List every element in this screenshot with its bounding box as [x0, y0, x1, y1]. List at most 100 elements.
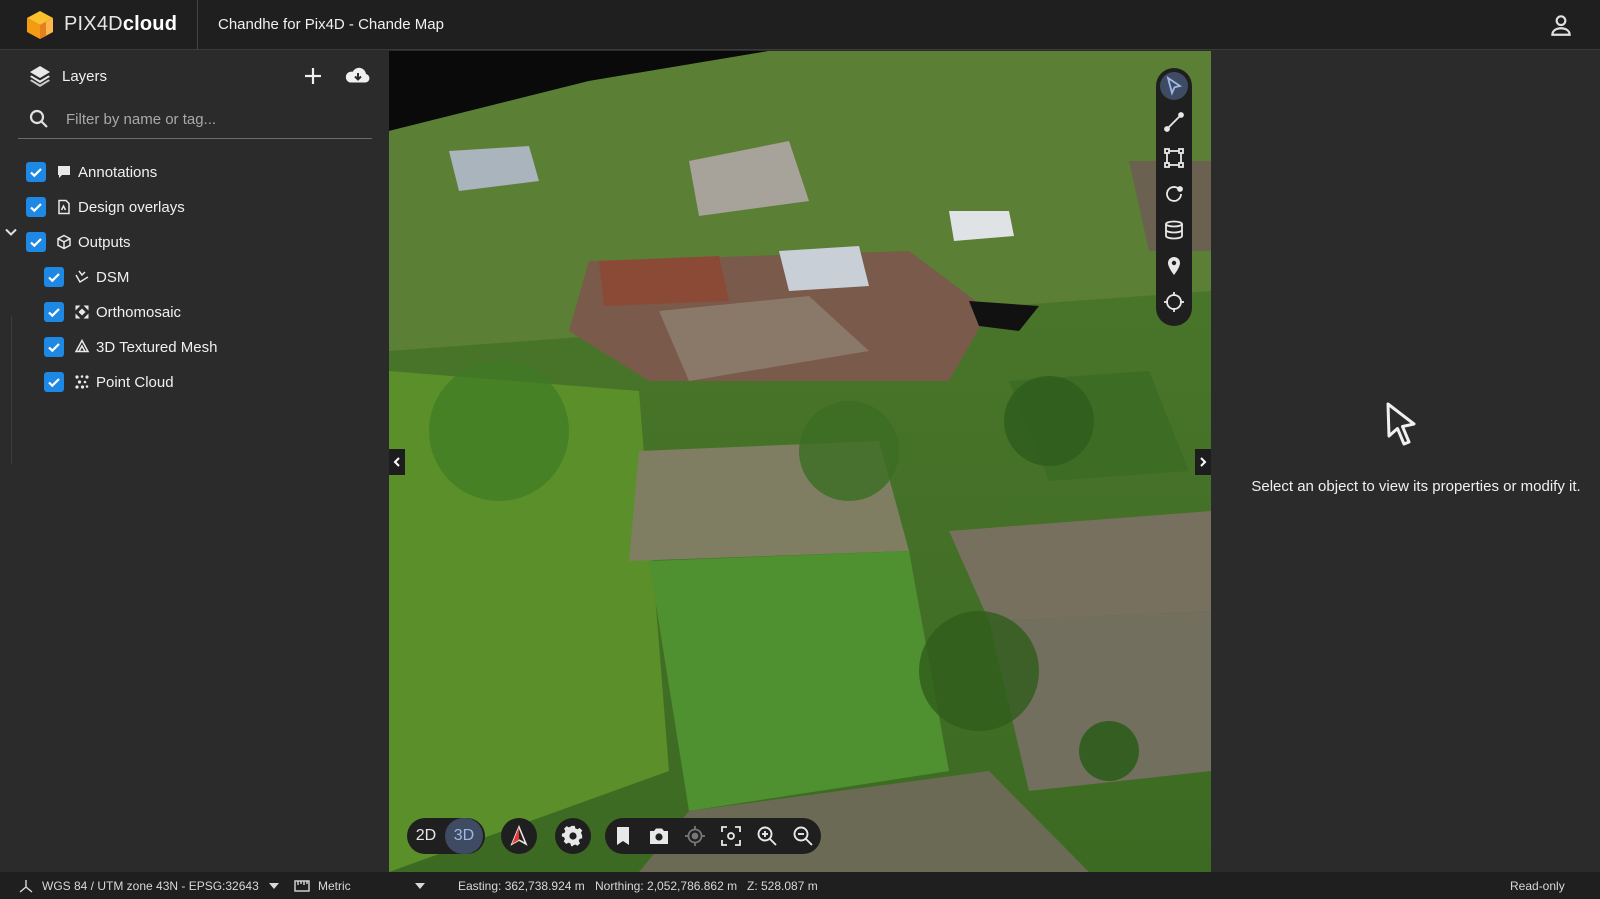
properties-panel: Select an object to view its properties … [1212, 51, 1600, 872]
cube-icon [57, 234, 71, 250]
easting-readout: Easting: 362,738.924 m [458, 879, 585, 893]
cloud-download-button[interactable] [344, 64, 372, 88]
tree-guide-line [11, 316, 12, 464]
zoom-out-icon [793, 826, 813, 846]
layer-point-cloud[interactable]: Point Cloud [44, 365, 174, 399]
layer-filter [18, 103, 372, 139]
zoom-in-button[interactable] [749, 818, 785, 854]
outputs-checkbox[interactable] [26, 232, 46, 252]
mesh-checkbox[interactable] [44, 337, 64, 357]
orthomosaic-checkbox[interactable] [44, 302, 64, 322]
polygon-tool-icon [1164, 148, 1184, 168]
pix4d-logo-icon [27, 10, 53, 39]
stockpile-tool[interactable] [1160, 216, 1188, 244]
add-layer-button[interactable] [302, 65, 324, 87]
bookmark-button[interactable] [605, 818, 641, 854]
ruler-icon [294, 880, 310, 892]
layer-design-overlays[interactable]: Design overlays [26, 190, 185, 224]
polyline-tool[interactable] [1160, 108, 1188, 136]
units-selector[interactable]: Metric [294, 879, 425, 893]
layer-label: Outputs [78, 233, 131, 251]
layers-icon [30, 66, 50, 87]
layer-label: Design overlays [78, 198, 185, 216]
layer-orthomosaic[interactable]: Orthomosaic [44, 295, 181, 329]
marker-tool-icon [1168, 257, 1180, 275]
compass-button[interactable] [501, 818, 537, 854]
search-icon [29, 109, 48, 128]
units-label: Metric [318, 879, 351, 893]
polyline-tool-icon [1164, 112, 1184, 132]
point-cloud-checkbox[interactable] [44, 372, 64, 392]
layer-outputs[interactable]: Outputs [26, 225, 131, 259]
compass-icon [510, 824, 528, 846]
polygon-tool[interactable] [1160, 144, 1188, 172]
z-readout: Z: 528.087 m [747, 879, 818, 893]
layer-label: Orthomosaic [96, 303, 182, 321]
orthomosaic-icon [75, 305, 89, 319]
collapse-left-panel-button[interactable] [389, 449, 405, 475]
gear-icon [561, 825, 583, 847]
annotations-checkbox[interactable] [26, 162, 46, 182]
crs-selector[interactable]: WGS 84 / UTM zone 43N - EPSG:32643 [18, 879, 279, 893]
cursor-arrow-icon [1386, 402, 1416, 446]
select-tool[interactable] [1160, 72, 1188, 100]
locate-button[interactable] [677, 818, 713, 854]
document-icon [58, 199, 70, 215]
user-icon[interactable] [1548, 12, 1574, 38]
layer-annotations[interactable]: Annotations [26, 155, 157, 189]
map-viewport-3d[interactable]: 2D 3D [389, 51, 1211, 872]
design-overlays-checkbox[interactable] [26, 197, 46, 217]
layer-dsm[interactable]: DSM [44, 260, 129, 294]
northing-readout: Northing: 2,052,786.862 m [595, 879, 738, 893]
axes-icon [19, 880, 33, 893]
collapse-right-panel-button[interactable] [1195, 449, 1211, 475]
pix4dcloud-logo[interactable]: PIX4Dcloud [0, 0, 198, 50]
target-tool[interactable] [1160, 288, 1188, 316]
select-tool-icon [1166, 75, 1183, 96]
layer-3d-textured-mesh[interactable]: 3D Textured Mesh [44, 330, 217, 364]
volume-tool-icon [1166, 186, 1183, 202]
zoom-out-button[interactable] [785, 818, 821, 854]
screenshot-button[interactable] [641, 818, 677, 854]
mode-2d-button[interactable]: 2D [407, 818, 445, 854]
project-title: Chandhe for Pix4D - Chande Map [218, 16, 444, 33]
chevron-right-icon [1200, 457, 1207, 467]
top-bar: PIX4Dcloud Chandhe for Pix4D - Chande Ma… [0, 0, 1600, 50]
layer-label: Annotations [78, 163, 158, 181]
chevron-left-icon [393, 457, 400, 467]
point-cloud-icon [75, 375, 89, 389]
mesh-icon [74, 339, 90, 353]
access-mode: Read-only [1510, 879, 1565, 893]
layer-label: 3D Textured Mesh [96, 338, 218, 356]
chevron-down-icon [268, 883, 279, 889]
layers-title: Layers [62, 68, 108, 85]
fit-extent-icon [721, 826, 741, 846]
settings-button[interactable] [555, 818, 591, 854]
view-mode-toggle: 2D 3D [407, 818, 485, 854]
layer-filter-input[interactable] [66, 106, 356, 132]
target-tool-icon [1164, 292, 1184, 312]
logo-text: PIX4Dcloud [64, 13, 178, 35]
layers-panel: Layers Annotations Design overlays Outpu… [0, 51, 388, 872]
dsm-checkbox[interactable] [44, 267, 64, 287]
layers-tool-icon [1165, 220, 1183, 240]
chevron-down-icon [414, 883, 425, 889]
zoom-in-icon [757, 826, 777, 846]
layer-label: Point Cloud [96, 373, 174, 391]
layers-header: Layers [0, 51, 388, 103]
bookmark-icon [617, 827, 629, 845]
mode-3d-button[interactable]: 3D [445, 818, 483, 854]
layer-label: DSM [96, 268, 130, 286]
chevron-down-icon[interactable] [4, 225, 18, 239]
locate-icon [685, 826, 705, 846]
crs-label: WGS 84 / UTM zone 43N - EPSG:32643 [42, 879, 259, 893]
empty-selection-message: Select an object to view its properties … [1251, 478, 1581, 495]
status-bar: WGS 84 / UTM zone 43N - EPSG:32643 Metri… [0, 872, 1600, 899]
marker-tool[interactable] [1160, 252, 1188, 280]
comment-icon [58, 166, 70, 178]
view-controls [605, 818, 821, 854]
volume-tool[interactable] [1160, 180, 1188, 208]
terrain-render [389, 51, 1211, 872]
zoom-to-extent-button[interactable] [713, 818, 749, 854]
camera-icon [650, 828, 668, 844]
